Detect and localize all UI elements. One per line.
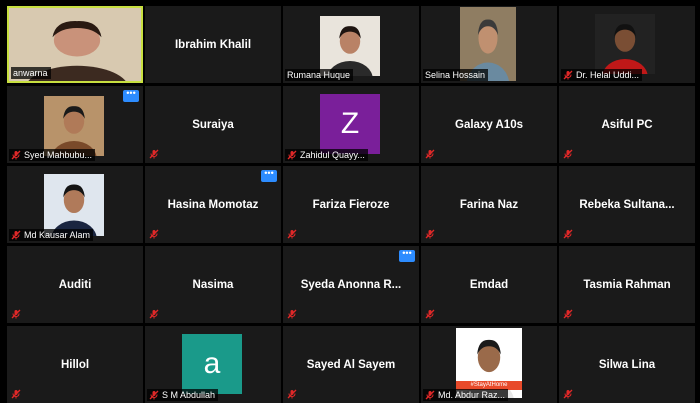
participant-name-label: Dr. Helal Uddi... (561, 69, 643, 81)
participant-tile[interactable]: Auditi (7, 246, 143, 323)
mic-off-icon (287, 150, 297, 160)
participant-name: Md. Abdur Raz... (438, 390, 506, 400)
participant-tile[interactable]: Ibrahim Khalil (145, 6, 281, 83)
participant-tile[interactable]: anwarna (7, 6, 143, 83)
participant-gallery: anwarna Ibrahim Khalil Rumana Huque Selina … (0, 0, 700, 403)
participant-tile[interactable]: Suraiya (145, 86, 281, 163)
mic-off-icon (425, 390, 435, 400)
participant-name-label: Md Kausar Alam (9, 229, 94, 241)
participant-name: S M Abdullah (162, 390, 216, 400)
participant-name: Rumana Huque (287, 70, 351, 80)
participant-tile[interactable]: Hillol (7, 326, 143, 403)
participant-tile[interactable]: Farina Naz (421, 166, 557, 243)
participant-name: Md Kausar Alam (24, 230, 91, 240)
mic-off-icon (563, 70, 573, 80)
participant-name-label: Syed Mahbubu... (9, 149, 96, 161)
participant-name-label: Selina Hossain (423, 69, 489, 81)
participant-name: Nasima (192, 278, 234, 291)
participant-tile[interactable]: Nasima (145, 246, 281, 323)
mic-off-icon (11, 150, 21, 160)
mic-off-icon (287, 229, 297, 239)
more-options-icon[interactable]: ••• (399, 249, 415, 262)
mic-off-icon (563, 149, 573, 159)
mic-off-icon (425, 149, 435, 159)
participant-tile[interactable]: Emdad (421, 246, 557, 323)
more-options-icon[interactable]: ••• (261, 169, 277, 182)
participant-name: Suraiya (192, 118, 234, 131)
participant-tile[interactable]: Z Zahidul Quayy... (283, 86, 419, 163)
participant-tile[interactable]: Rumana Huque (283, 6, 419, 83)
participant-tile[interactable]: Tasmia Rahman (559, 246, 695, 323)
participant-tile[interactable]: Fariza Fieroze (283, 166, 419, 243)
participant-tile[interactable]: Asiful PC (559, 86, 695, 163)
mic-off-icon (563, 309, 573, 319)
mic-off-icon (11, 309, 21, 319)
participant-video-feed (320, 16, 380, 76)
participant-name: Galaxy A10s (455, 118, 523, 131)
mic-off-icon (425, 309, 435, 319)
participant-name: Fariza Fieroze (312, 198, 390, 211)
participant-name: Tasmia Rahman (583, 278, 671, 291)
mic-off-icon (563, 229, 573, 239)
participant-name: Silwa Lina (598, 358, 656, 371)
participant-tile[interactable]: Silwa Lina (559, 326, 695, 403)
participant-name: Hasina Momotaz (167, 198, 259, 211)
avatar: Z (320, 94, 380, 154)
participant-name-label: Rumana Huque (285, 69, 354, 81)
participant-name: Syed Mahbubu... (24, 150, 93, 160)
participant-name: Rebeka Sultana... (579, 198, 675, 211)
mic-off-icon (149, 229, 159, 239)
participant-name: Syeda Anonna R... (300, 278, 402, 291)
participant-name-label: anwarna (11, 67, 51, 79)
mic-off-icon (149, 390, 159, 400)
participant-tile[interactable]: Dr. Helal Uddi... (559, 6, 695, 83)
participant-tile[interactable]: Sayed Al Sayem (283, 326, 419, 403)
video-frame (595, 14, 655, 74)
mic-off-icon (149, 309, 159, 319)
participant-name: Selina Hossain (425, 70, 486, 80)
participant-video-feed (595, 14, 655, 74)
mic-off-icon (425, 229, 435, 239)
participant-tile[interactable]: Syed Mahbubu... ••• (7, 86, 143, 163)
mic-off-icon (287, 309, 297, 319)
participant-name: anwarna (13, 68, 48, 78)
participant-name: Sayed Al Sayem (306, 358, 396, 371)
mic-off-icon (149, 149, 159, 159)
participant-tile[interactable]: #StayAtHome Md. Abdur Raz... (421, 326, 557, 403)
participant-tile[interactable]: aS M Abdullah (145, 326, 281, 403)
avatar: a (182, 334, 242, 394)
participant-tile[interactable]: Syeda Anonna R... ••• (283, 246, 419, 323)
participant-video-feed (44, 96, 104, 156)
participant-name: Emdad (469, 278, 509, 291)
participant-tile[interactable]: Rebeka Sultana... (559, 166, 695, 243)
participant-name: Asiful PC (601, 118, 653, 131)
mic-off-icon (287, 389, 297, 399)
participant-tile[interactable]: Hasina Momotaz ••• (145, 166, 281, 243)
participant-name-label: Zahidul Quayy... (285, 149, 368, 161)
mic-off-icon (11, 230, 21, 240)
participant-name-label: S M Abdullah (147, 389, 219, 401)
participant-name: Auditi (58, 278, 92, 291)
mic-off-icon (11, 389, 21, 399)
mic-off-icon (563, 389, 573, 399)
participant-name: Ibrahim Khalil (174, 38, 252, 51)
participant-tile[interactable]: Md Kausar Alam (7, 166, 143, 243)
participant-video-feed (44, 174, 104, 236)
participant-name: Farina Naz (459, 198, 519, 211)
video-frame: #StayAtHome (456, 328, 522, 398)
video-frame (320, 16, 380, 76)
participant-name: Dr. Helal Uddi... (576, 70, 640, 80)
participant-name-label: Md. Abdur Raz... (423, 389, 509, 401)
video-frame (44, 174, 104, 236)
more-options-icon[interactable]: ••• (123, 89, 139, 102)
participant-tile[interactable]: Selina Hossain (421, 6, 557, 83)
participant-tile[interactable]: Galaxy A10s (421, 86, 557, 163)
video-frame (44, 96, 104, 156)
participant-name: Hillol (60, 358, 90, 371)
participant-name: Zahidul Quayy... (300, 150, 365, 160)
